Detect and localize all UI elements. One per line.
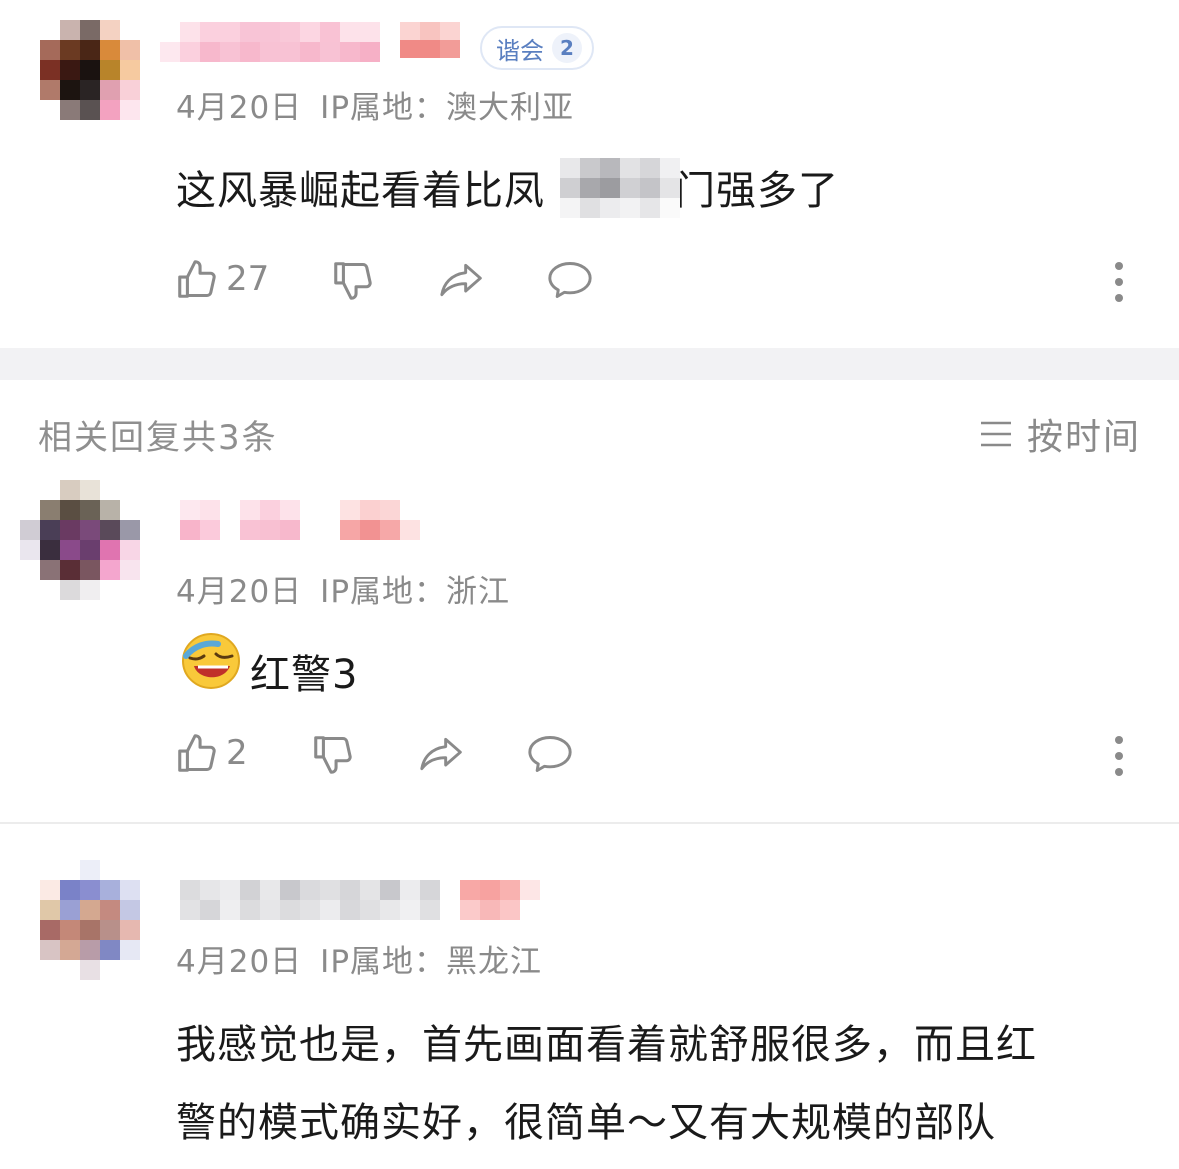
comment-text-part2: 门强多了 [675,168,839,214]
replies-count-title: 相关回复共3条 [38,418,278,458]
more-options-button[interactable] [1113,262,1125,302]
reply-date: 4月20日 [176,944,303,980]
sort-by-time-button[interactable]: 按时间 [979,408,1141,460]
like-button[interactable]: 2 [174,730,248,776]
thumbs-up-icon [178,734,216,772]
share-button[interactable] [438,258,486,302]
section-divider [0,348,1179,380]
username-censored[interactable] [180,880,440,920]
dislike-button[interactable] [330,258,376,304]
comment-text: 这风暴崛起看着比凤 门强多了 [176,158,839,216]
reply-text-line-2: 警的模式确实好，很简单～又有大规模的部队 [176,1100,996,1146]
reply-date: 4月20日 [176,574,303,610]
reply-text-line-1: 我感觉也是，首先画面看着就舒服很多，而且红 [176,1022,1037,1068]
sort-label: 按时间 [1026,417,1141,458]
reply-meta: 4月20日 IP属地：浙江 [176,566,510,611]
comment-icon [528,736,572,772]
reply-button[interactable] [546,258,594,302]
ip-location: IP属地：澳大利亚 [320,90,575,126]
vip-badge-censored [460,880,540,920]
vip-badge-censored [400,22,460,58]
more-vertical-icon [1115,262,1123,270]
reply-text: 红警3 [250,652,359,698]
reply-divider [0,822,1179,824]
thumbs-down-icon [334,262,372,300]
ip-location: IP属地：浙江 [320,574,511,610]
username-censored[interactable] [180,500,320,540]
username-censored[interactable] [160,22,380,62]
thumbs-up-icon [178,260,216,298]
comment-text-part1: 这风暴崛起看着比凤 [176,168,545,214]
more-vertical-icon [1115,736,1123,744]
share-icon [420,737,462,771]
like-button[interactable]: 27 [174,256,269,302]
fan-level-badge[interactable]: 谐会 2 [480,26,594,70]
ip-location: IP属地：黑龙江 [320,944,543,980]
share-button[interactable] [418,732,466,776]
laughing-emoji-icon [182,633,240,689]
reply-meta: 4月20日 IP属地：黑龙江 [176,936,542,981]
like-count: 2 [226,733,248,773]
share-icon [440,263,482,297]
menu-lines-icon [980,421,1011,447]
thumbs-down-icon [314,736,352,774]
avatar[interactable] [40,860,160,980]
comment-date: 4月20日 [176,90,303,126]
dislike-button[interactable] [310,732,356,778]
censored-text-block [560,158,680,218]
avatar[interactable] [40,20,160,140]
comment-meta: 4月20日 IP属地：澳大利亚 [176,82,574,127]
vip-badge-censored [340,500,420,540]
like-count: 27 [226,259,270,299]
reply-button[interactable] [526,732,574,776]
badge-label: 谐会 [496,36,544,65]
more-options-button[interactable] [1113,736,1125,776]
comment-icon [548,262,592,298]
avatar[interactable] [20,480,140,600]
badge-level: 2 [552,33,582,63]
